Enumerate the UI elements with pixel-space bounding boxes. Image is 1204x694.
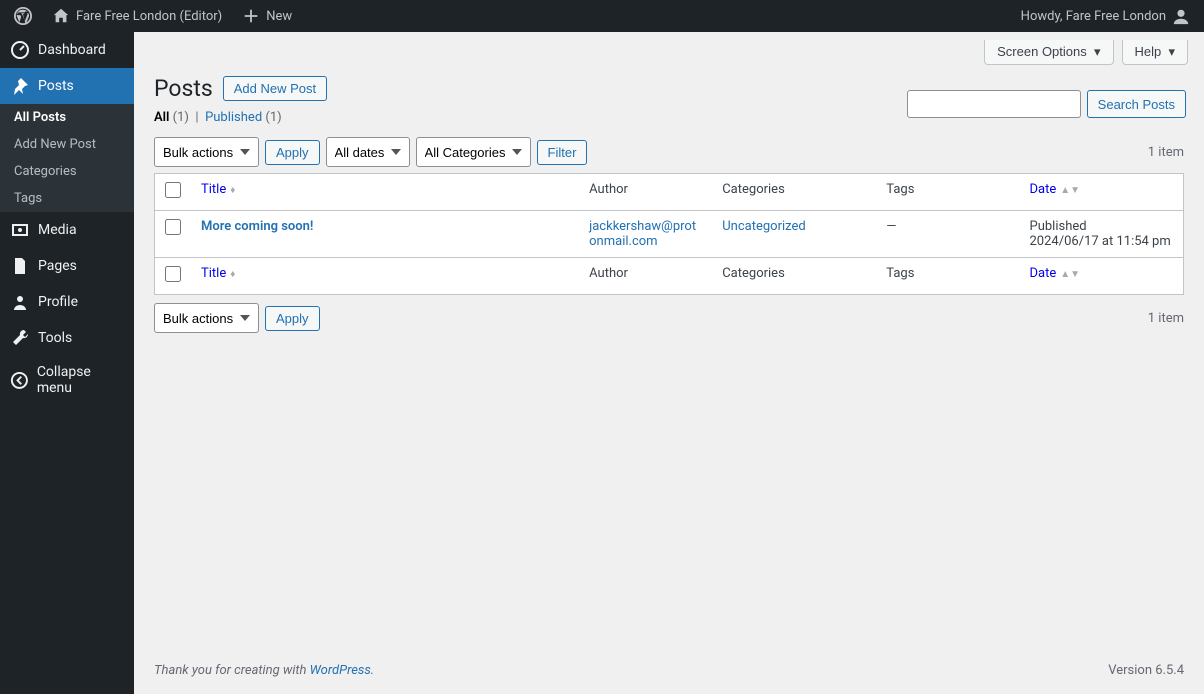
new-label: New	[266, 9, 292, 24]
menu-dashboard[interactable]: Dashboard	[0, 32, 134, 68]
filter-published-count: (1)	[265, 110, 281, 125]
page-icon	[10, 256, 30, 276]
footer-version: Version 6.5.4	[1108, 663, 1184, 678]
search-submit-button[interactable]: Search Posts	[1087, 90, 1186, 118]
add-new-post-button[interactable]: Add New Post	[223, 76, 327, 101]
my-account[interactable]: Howdy, Fare Free London	[1015, 0, 1196, 32]
site-name-text: Fare Free London (Editor)	[76, 9, 222, 24]
sort-icon: ♦	[230, 185, 235, 196]
help-button[interactable]: Help ▾	[1122, 40, 1189, 65]
col-title-sort-bottom[interactable]: Title♦	[201, 266, 235, 281]
menu-posts[interactable]: Posts	[0, 68, 134, 104]
col-tags: Tags	[876, 174, 1019, 211]
collapse-icon	[10, 370, 29, 390]
search-box: Search Posts	[907, 90, 1186, 118]
howdy-text: Howdy, Fare Free London	[1021, 9, 1166, 24]
menu-tools[interactable]: Tools	[0, 320, 134, 356]
filter-published[interactable]: Published	[205, 110, 262, 125]
bulk-actions-select-top[interactable]: Bulk actions	[154, 137, 259, 167]
wordpress-link[interactable]: WordPress	[310, 663, 371, 678]
col-date-sort[interactable]: Date▲▼	[1030, 182, 1081, 197]
post-category-link[interactable]: Uncategorized	[722, 219, 805, 234]
page-title: Posts	[154, 75, 213, 102]
col-date-sort-bottom[interactable]: Date▲▼	[1030, 266, 1081, 281]
admin-bar: Fare Free London (Editor) New Howdy, Far…	[0, 0, 1204, 32]
row-checkbox[interactable]	[165, 219, 181, 235]
sort-desc-icon: ▲▼	[1060, 269, 1080, 280]
menu-pages-label: Pages	[38, 258, 77, 274]
menu-posts-label: Posts	[38, 78, 74, 94]
select-all-top[interactable]	[165, 182, 181, 198]
apply-button-bottom[interactable]: Apply	[265, 306, 320, 331]
screen-options-button[interactable]: Screen Options ▾	[984, 40, 1113, 65]
tablenav-bottom: Bulk actions Apply 1 item	[134, 295, 1204, 339]
content-area: Screen Options ▾ Help ▾ Posts Add New Po…	[134, 32, 1204, 694]
table-row: More coming soon! jackkershaw@protonmail…	[155, 211, 1184, 258]
col-title-sort[interactable]: Title♦	[201, 182, 235, 197]
admin-sidebar: Dashboard Posts All Posts Add New Post C…	[0, 32, 134, 694]
admin-bar-right: Howdy, Fare Free London	[1015, 0, 1196, 32]
post-date: Published 2024/06/17 at 11:54 pm	[1020, 211, 1184, 258]
submenu-all-posts[interactable]: All Posts	[0, 104, 134, 131]
new-content-link[interactable]: New	[236, 0, 298, 32]
footer-thanks: Thank you for creating with WordPress.	[154, 663, 374, 678]
submenu-categories[interactable]: Categories	[0, 158, 134, 185]
filter-all[interactable]: All	[154, 110, 169, 125]
category-filter-select[interactable]: All Categories	[416, 137, 531, 167]
select-all-bottom[interactable]	[165, 266, 181, 282]
post-author-link[interactable]: jackkershaw@protonmail.com	[589, 219, 696, 249]
menu-tools-label: Tools	[38, 330, 72, 346]
bulk-actions-select-bottom[interactable]: Bulk actions	[154, 303, 259, 333]
submenu-posts: All Posts Add New Post Categories Tags	[0, 104, 134, 212]
search-input[interactable]	[907, 90, 1081, 118]
menu-profile[interactable]: Profile	[0, 284, 134, 320]
apply-button-top[interactable]: Apply	[265, 140, 320, 165]
pin-icon	[10, 76, 30, 96]
wrench-icon	[10, 328, 30, 348]
menu-pages[interactable]: Pages	[0, 248, 134, 284]
menu-dashboard-label: Dashboard	[38, 42, 106, 58]
post-title-link[interactable]: More coming soon!	[201, 219, 313, 234]
posts-table: Title♦ Author Categories Tags Date▲▼ Mor…	[154, 173, 1184, 295]
media-icon	[10, 220, 30, 240]
filter-button[interactable]: Filter	[537, 140, 588, 165]
plus-icon	[242, 7, 260, 25]
dashboard-icon	[10, 40, 30, 60]
sort-icon: ♦	[230, 269, 235, 280]
menu-media[interactable]: Media	[0, 212, 134, 248]
admin-footer: Thank you for creating with WordPress. V…	[134, 647, 1204, 694]
col-author: Author	[579, 174, 712, 211]
sort-desc-icon: ▲▼	[1060, 185, 1080, 196]
menu-media-label: Media	[38, 222, 77, 238]
menu-collapse-label: Collapse menu	[37, 364, 124, 396]
site-name-link[interactable]: Fare Free London (Editor)	[46, 0, 228, 32]
submenu-add-new-post[interactable]: Add New Post	[0, 131, 134, 158]
admin-bar-left: Fare Free London (Editor) New	[8, 0, 298, 32]
post-tags: —	[876, 211, 1019, 258]
submenu-tags[interactable]: Tags	[0, 185, 134, 212]
home-icon	[52, 7, 70, 25]
filter-all-count: (1)	[173, 110, 189, 125]
user-icon	[1172, 7, 1190, 25]
menu-collapse[interactable]: Collapse menu	[0, 356, 134, 404]
col-categories: Categories	[712, 174, 876, 211]
wordpress-icon	[14, 7, 32, 25]
tablenav-top: Bulk actions Apply All dates All Categor…	[134, 129, 1204, 173]
profile-icon	[10, 292, 30, 312]
item-count-bottom: 1 item	[1148, 311, 1184, 326]
screen-meta: Screen Options ▾ Help ▾	[134, 32, 1204, 65]
menu-profile-label: Profile	[38, 294, 78, 310]
item-count-top: 1 item	[1148, 145, 1184, 160]
wp-logo[interactable]	[8, 0, 38, 32]
date-filter-select[interactable]: All dates	[326, 137, 410, 167]
